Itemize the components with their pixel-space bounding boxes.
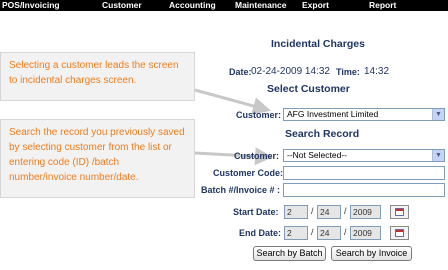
- search-customer-label: Customer:: [234, 151, 280, 161]
- chevron-down-icon[interactable]: ▼: [432, 150, 444, 161]
- customer-code-label: Customer Code:: [213, 168, 284, 178]
- callout-select-customer: Selecting a customer leads the screen to…: [0, 52, 195, 101]
- select-customer-heading: Select Customer: [267, 83, 350, 95]
- start-day-input[interactable]: 24: [317, 205, 341, 219]
- end-month-input[interactable]: 2: [284, 226, 308, 240]
- callout-arrow-1: [194, 88, 271, 115]
- calendar-icon[interactable]: [390, 205, 409, 219]
- date-value: 02-24-2009 14:32: [251, 66, 330, 77]
- calendar-icon[interactable]: [390, 226, 409, 240]
- batch-invoice-label: Batch #/Invoice # :: [201, 185, 281, 195]
- date-separator: /: [311, 206, 314, 216]
- date-separator: /: [344, 227, 347, 237]
- time-label: Time:: [336, 67, 360, 77]
- batch-invoice-input[interactable]: [283, 183, 445, 197]
- search-customer-select-value: --Not Selected--: [287, 150, 347, 160]
- end-date-label: End Date:: [239, 228, 282, 238]
- customer-select[interactable]: AFG Investment Limited ▼: [283, 108, 445, 121]
- date-label: Date:: [229, 67, 252, 77]
- end-year-input[interactable]: 2009: [350, 226, 381, 240]
- customer-label: Customer:: [236, 110, 282, 120]
- callout-search-record: Search the record you previously saved b…: [0, 119, 195, 198]
- date-separator: /: [344, 206, 347, 216]
- chevron-down-icon[interactable]: ▼: [432, 109, 444, 120]
- customer-code-input[interactable]: [283, 166, 445, 180]
- start-date-label: Start Date:: [233, 207, 279, 217]
- search-record-heading: Search Record: [285, 128, 360, 140]
- search-by-batch-button[interactable]: Search by Batch: [253, 246, 326, 261]
- time-value: 14:32: [364, 66, 390, 77]
- search-customer-select[interactable]: --Not Selected-- ▼: [283, 149, 445, 162]
- customer-select-value: AFG Investment Limited: [287, 109, 379, 119]
- search-by-invoice-button[interactable]: Search by Invoice: [331, 246, 412, 261]
- date-separator: /: [311, 227, 314, 237]
- end-day-input[interactable]: 24: [317, 226, 341, 240]
- page-title: Incidental Charges: [271, 38, 365, 50]
- start-month-input[interactable]: 2: [284, 205, 308, 219]
- start-year-input[interactable]: 2009: [350, 205, 381, 219]
